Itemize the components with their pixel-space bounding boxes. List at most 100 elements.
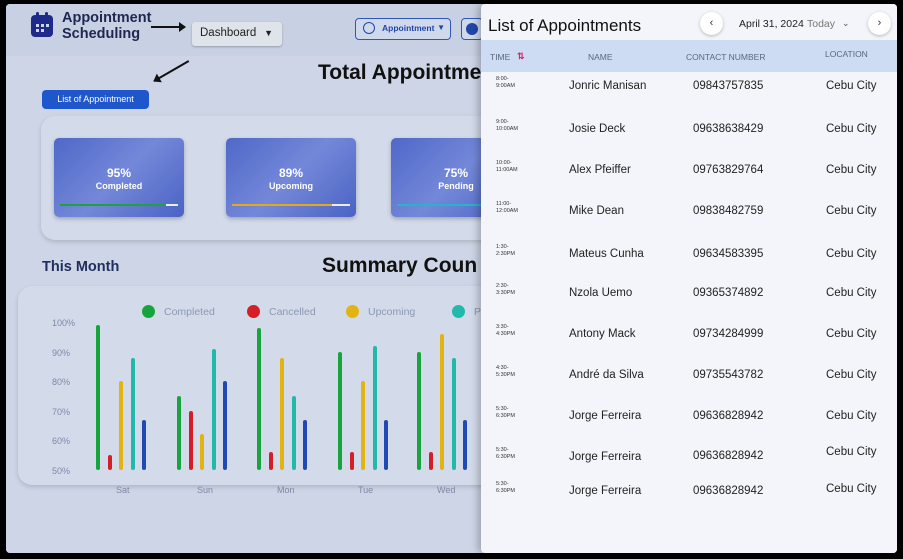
user-icon (363, 22, 375, 34)
y-tick-label: 80% (52, 377, 71, 388)
y-tick-label: 100% (52, 318, 76, 328)
row-location: Cebu City (826, 80, 877, 92)
chart-bar (200, 434, 204, 470)
row-time: 3:30- 4:30PM (496, 324, 515, 337)
chevron-down-icon[interactable]: ⌄ (842, 18, 850, 29)
row-contact: 09763829764 (693, 164, 764, 176)
app-window: Appointment Scheduling Dashboard ▼ Appoi… (6, 4, 897, 553)
row-name: André da Silva (569, 369, 644, 381)
dashboard-select-label: Dashboard (200, 27, 257, 39)
chart-bar (177, 396, 181, 470)
appointments-list-panel: List of Appointments ‹ April 31, 2024 To… (481, 4, 897, 553)
y-tick-label: 50% (52, 466, 71, 476)
x-tick-label: Sun (197, 485, 214, 495)
chart-bar (440, 333, 444, 470)
row-contact: 09365374892 (693, 287, 764, 299)
chart-bar (451, 357, 456, 470)
chart-bar (417, 351, 421, 470)
chart-bar (107, 455, 112, 470)
column-contact: CONTACT NUMBER (686, 52, 766, 62)
row-contact: 09636828942 (693, 485, 764, 497)
legend-label: Upcoming (368, 306, 416, 318)
row-contact: 09636828942 (693, 450, 764, 462)
total-appointments-title: Total Appointme (318, 61, 482, 84)
stat-card[interactable]: 95% Completed (54, 138, 184, 217)
row-name: Mateus Cunha (569, 248, 644, 260)
y-tick-label: 60% (52, 436, 71, 447)
chart-bar (257, 327, 261, 470)
annotation-arrow-left-icon (153, 60, 190, 82)
sort-icon[interactable]: ⇅ (517, 51, 525, 62)
row-time: 10:00- 11:00AM (496, 160, 518, 173)
profile-icon (466, 23, 478, 35)
appointment-menu-button[interactable]: Appointment ▼ (355, 18, 451, 40)
column-time[interactable]: TIME (490, 52, 510, 62)
legend-dot (247, 305, 260, 318)
row-name: Alex Pfeiffer (569, 164, 631, 176)
row-time: 9:00- 10:00AM (496, 119, 519, 132)
stat-label: Upcoming (269, 181, 313, 191)
today-selector[interactable]: Today (807, 18, 835, 30)
panel-title: List of Appointments (488, 16, 642, 35)
progress-fill (60, 204, 167, 206)
chart-bar (384, 419, 388, 470)
stat-label: Completed (95, 181, 143, 191)
y-tick-label: 70% (52, 406, 71, 417)
row-contact: 09735543782 (693, 369, 764, 381)
row-contact: 09838482759 (693, 205, 764, 217)
progress-track (232, 204, 350, 206)
dashboard-select[interactable]: Dashboard ▼ (192, 22, 282, 46)
stat-card[interactable]: 89% Upcoming (226, 138, 356, 217)
row-contact: 09638638429 (693, 123, 764, 135)
profile-button[interactable] (461, 18, 483, 40)
row-name: Nzola Uemo (569, 287, 633, 299)
row-name: Jorge Ferreira (569, 485, 642, 497)
row-time: 2:30- 3:30PM (496, 283, 515, 296)
chevron-left-icon: ‹ (709, 17, 714, 29)
list-of-appointment-button[interactable]: List of Appointment (42, 90, 149, 109)
row-name: Jonric Manisan (569, 80, 647, 92)
progress-fill (397, 204, 486, 206)
chart-bar (280, 357, 284, 470)
row-location: Cebu City (826, 164, 877, 176)
row-contact: 09734284999 (693, 328, 764, 340)
row-time: 11:00- 12:00AM (496, 201, 519, 214)
prev-date-button[interactable]: ‹ (700, 12, 723, 35)
row-location: Cebu City (826, 248, 877, 260)
row-time: 5:30- 6:30PM (496, 481, 515, 494)
chevron-down-icon: ▼ (264, 28, 273, 38)
row-location: Cebu City (826, 483, 877, 495)
x-tick-label: Sat (116, 485, 130, 495)
chart-bar (428, 452, 433, 470)
table-header: TIME ⇅ NAME CONTACT NUMBER LOCATION (481, 40, 897, 72)
y-tick-label: 90% (52, 347, 71, 358)
row-name: Antony Mack (569, 328, 636, 340)
summary-count-title: Summary Coun (322, 254, 478, 277)
chart-bar (268, 452, 273, 470)
calendar-icon (31, 12, 53, 37)
stat-percent: 89% (278, 166, 304, 180)
row-location: Cebu City (826, 328, 877, 340)
next-date-button[interactable]: › (868, 12, 891, 35)
row-location: Cebu City (826, 123, 877, 135)
row-name: Jorge Ferreira (569, 410, 642, 422)
chart-bar (303, 419, 307, 470)
progress-track (60, 204, 178, 206)
row-location: Cebu City (826, 446, 877, 458)
legend-dot (346, 305, 359, 318)
this-month-label: This Month (42, 259, 120, 275)
x-tick-label: Wed (437, 485, 456, 495)
chart-bar (223, 381, 227, 470)
chart-bar (211, 348, 216, 470)
chart-bar (349, 452, 354, 470)
row-name: Mike Dean (569, 205, 624, 217)
row-time: 5:30- 6:30PM (496, 447, 515, 460)
column-location: LOCATION (825, 49, 868, 59)
annotation-arrow-right-icon (151, 23, 186, 31)
row-name: Josie Deck (569, 123, 626, 135)
row-contact: 09843757835 (693, 80, 764, 92)
chart-bar (130, 357, 135, 470)
appointment-menu-label: Appointment (382, 23, 435, 33)
row-location: Cebu City (826, 287, 877, 299)
chevron-down-icon: ▼ (437, 23, 445, 32)
